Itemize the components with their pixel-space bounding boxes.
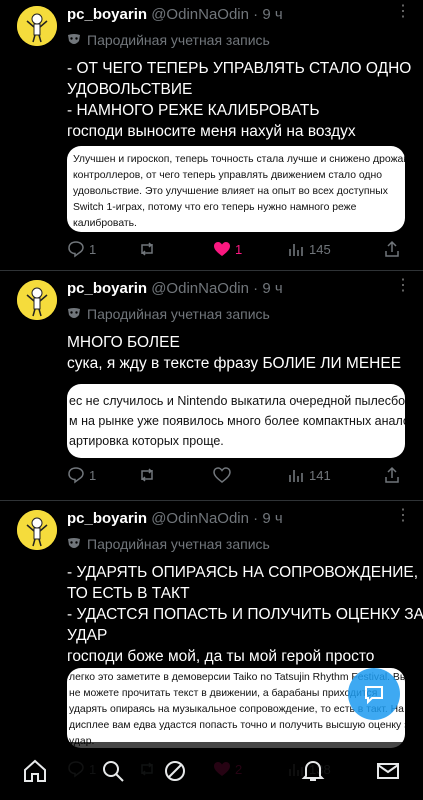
views-button[interactable]: 145: [287, 240, 331, 258]
heart-icon: [213, 467, 231, 483]
display-name[interactable]: pc_boyarin: [67, 280, 147, 297]
like-count: 1: [235, 241, 243, 257]
like-button[interactable]: [213, 466, 231, 484]
repost-button[interactable]: [138, 240, 156, 258]
action-bar: 1 141: [67, 466, 407, 486]
post-header: pc_boyarin @OdinNaOdin · 9 ч: [67, 280, 283, 297]
text-line: сука, я жду в тексте фразу БОЛИЕ ЛИ МЕНЕ…: [67, 355, 402, 372]
text-line: - НАМНОГО РЕЖЕ КАЛИБРОВАТЬ: [67, 102, 320, 119]
post-header: pc_boyarin @OdinNaOdin · 9 ч: [67, 510, 283, 527]
text-line: УДАР: [67, 627, 108, 644]
post-header: pc_boyarin @OdinNaOdin · 9 ч: [67, 6, 283, 23]
views-count: 145: [309, 241, 331, 257]
quoted-image[interactable]: ес не случилось и Nintendo выкатила очер…: [67, 384, 405, 458]
repost-icon: [141, 468, 153, 482]
text-line: - ОТ ЧЕГО ТЕПЕРЬ УПРАВЛЯТЬ СТАЛО ОДНО: [67, 60, 412, 77]
text-line: МНОГО БОЛЕЕ: [67, 334, 180, 351]
post-time: · 9 ч: [253, 6, 283, 23]
nav-grok[interactable]: [162, 758, 188, 784]
views-icon: [289, 470, 303, 482]
text-line: - УДАРЯТЬ ОПИРАЯСЬ НА СОПРОВОЖДЕНИЕ,: [67, 564, 419, 581]
avatar[interactable]: [17, 280, 57, 320]
card-line: м на рынке уже появилось много более ком…: [69, 414, 405, 428]
more-icon[interactable]: ⋮: [393, 278, 413, 294]
nav-notifications[interactable]: [300, 758, 326, 784]
avatar[interactable]: [17, 510, 57, 550]
user-handle[interactable]: @OdinNaOdin: [151, 280, 249, 297]
reply-button[interactable]: 1: [67, 466, 96, 484]
card-line: артировка которых проще.: [69, 434, 224, 448]
like-button[interactable]: 1: [213, 240, 242, 258]
text-line: господи боже мой, да ты мой герой просто: [67, 648, 375, 665]
views-icon: [289, 244, 303, 256]
quoted-image[interactable]: Улучшен и гироскоп, теперь точность стал…: [67, 146, 405, 232]
nav-home[interactable]: [22, 758, 48, 784]
post-text: МНОГО БОЛЕЕ сука, я жду в тексте фразу Б…: [67, 332, 417, 374]
post-time: · 9 ч: [253, 510, 283, 527]
more-icon[interactable]: ⋮: [393, 4, 413, 20]
user-handle[interactable]: @OdinNaOdin: [151, 6, 249, 23]
repost-icon: [141, 242, 153, 256]
card-line: Улучшен и гироскоп, теперь точность стал…: [73, 154, 405, 165]
home-icon: [24, 759, 46, 782]
bottom-navigation: [0, 742, 423, 800]
grok-icon: [165, 761, 185, 781]
card-line: удовольствие. Это улучшение влияет на оп…: [73, 186, 388, 197]
post-text: - УДАРЯТЬ ОПИРАЯСЬ НА СОПРОВОЖДЕНИЕ, ТО …: [67, 562, 423, 667]
parody-text: Пародийная учетная запись: [87, 306, 270, 322]
search-icon: [103, 761, 124, 782]
reply-count: 1: [89, 467, 97, 483]
share-button[interactable]: [383, 466, 401, 484]
share-icon: [385, 466, 399, 483]
messages-icon: [377, 763, 399, 779]
nav-search[interactable]: [100, 758, 126, 784]
reply-button[interactable]: 1: [67, 240, 96, 258]
reply-count: 1: [89, 241, 97, 257]
card-line: Switch 1-играх, потому что его теперь ну…: [73, 202, 357, 213]
card-line: калибровать.: [73, 218, 137, 229]
parody-label: Пародийная учетная запись: [67, 536, 270, 552]
compose-icon: [365, 686, 383, 705]
nav-messages[interactable]: [375, 758, 401, 784]
action-bar: 1 1 145: [67, 240, 407, 260]
text-line: - УДАСТСЯ ПОПАСТЬ И ПОЛУЧИТЬ ОЦЕНКУ ЗА: [67, 606, 423, 623]
views-count: 141: [309, 467, 331, 483]
display-name[interactable]: pc_boyarin: [67, 510, 147, 527]
text-line: ТО ЕСТЬ В ТАКТ: [67, 585, 190, 602]
text-line: УДОВОЛЬСТВИЕ: [67, 81, 193, 98]
avatar[interactable]: [17, 6, 57, 46]
reply-icon: [68, 241, 84, 258]
share-button[interactable]: [383, 240, 401, 258]
mask-icon: [68, 538, 80, 548]
display-name[interactable]: pc_boyarin: [67, 6, 147, 23]
heart-icon: [214, 242, 230, 256]
post-text: - ОТ ЧЕГО ТЕПЕРЬ УПРАВЛЯТЬ СТАЛО ОДНО УД…: [67, 58, 417, 142]
parody-label: Пародийная учетная запись: [67, 306, 270, 322]
parody-text: Пародийная учетная запись: [87, 536, 270, 552]
compose-button[interactable]: [348, 668, 400, 720]
post-time: · 9 ч: [253, 280, 283, 297]
text-line: господи выносите меня нахуй на воздух: [67, 123, 356, 140]
post[interactable]: pc_boyarin @OdinNaOdin · 9 ч ⋮ Пародийна…: [0, 278, 423, 505]
card-line: дисплее вам едва удастся попасть точно и…: [69, 720, 405, 731]
card-line: ес не случилось и Nintendo выкатила очер…: [69, 394, 405, 408]
share-icon: [385, 240, 399, 257]
card-line: контроллеров, от чего теперь управлять д…: [73, 170, 383, 181]
parody-text: Пародийная учетная запись: [87, 32, 270, 48]
repost-button[interactable]: [138, 466, 156, 484]
reply-icon: [68, 467, 84, 484]
parody-label: Пародийная учетная запись: [67, 32, 270, 48]
user-handle[interactable]: @OdinNaOdin: [151, 510, 249, 527]
mask-icon: [68, 308, 80, 318]
notifications-icon: [301, 760, 325, 781]
more-icon[interactable]: ⋮: [393, 508, 413, 524]
divider: [0, 500, 423, 501]
post[interactable]: pc_boyarin @OdinNaOdin · 9 ч ⋮ Пародийна…: [0, 4, 423, 276]
divider: [0, 270, 423, 271]
views-button[interactable]: 141: [287, 466, 331, 484]
mask-icon: [68, 34, 80, 44]
